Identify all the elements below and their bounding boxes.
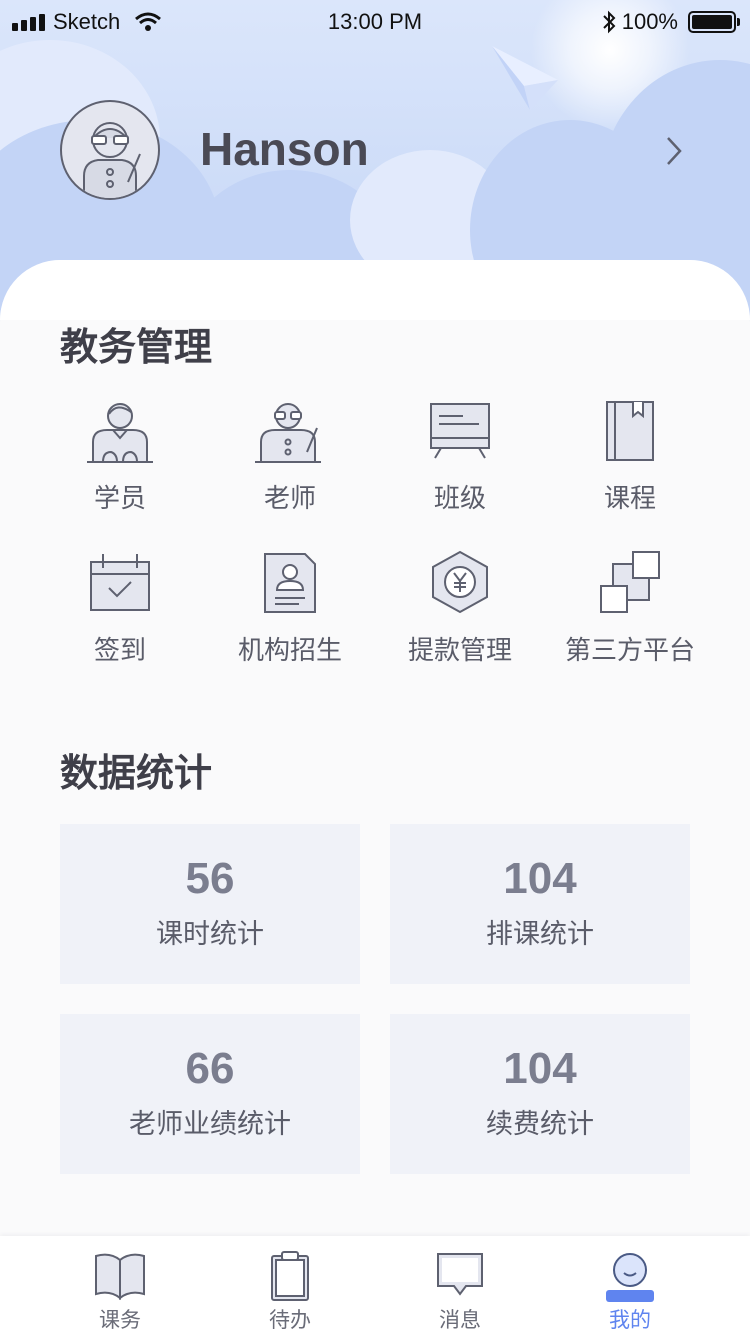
stat-label: 老师业绩统计 — [129, 1109, 291, 1139]
yuan-hexagon-icon — [432, 550, 488, 614]
stat-label: 课时统计 — [156, 919, 264, 949]
stat-value: 104 — [503, 854, 577, 903]
calendar-check-icon — [90, 554, 150, 611]
classroom-board-icon — [430, 403, 490, 459]
grid-item-label: 第三方平台 — [564, 635, 695, 665]
tab-label: 消息 — [439, 1309, 481, 1332]
grid-item-third-party[interactable]: 第三方平台 — [545, 550, 715, 680]
grid-item-course[interactable]: 课程 — [545, 398, 715, 528]
stat-card-teacher-performance[interactable]: 66 老师业绩统计 — [60, 1014, 360, 1174]
battery-percent: 100% — [621, 9, 678, 34]
profile-icon — [606, 1253, 654, 1302]
tab-mine[interactable]: 我的 — [545, 1236, 715, 1334]
tab-courses[interactable]: 课务 — [35, 1236, 205, 1334]
chat-bubble-icon — [437, 1253, 483, 1296]
grid-item-class[interactable]: 班级 — [375, 398, 545, 528]
chevron-right-icon[interactable] — [660, 134, 688, 168]
grid-item-teacher[interactable]: 老师 — [205, 398, 375, 528]
tab-messages[interactable]: 消息 — [375, 1236, 545, 1334]
enrollment-document-icon — [264, 553, 316, 613]
stat-card-scheduling[interactable]: 104 排课统计 — [390, 824, 690, 984]
avatar[interactable] — [60, 100, 160, 200]
tab-label: 待办 — [269, 1309, 311, 1332]
battery-icon — [688, 11, 740, 33]
grid-item-checkin[interactable]: 签到 — [35, 550, 205, 680]
card-top — [0, 260, 750, 320]
stat-value: 104 — [503, 1044, 577, 1093]
bluetooth-icon — [603, 10, 616, 34]
clipboard-icon — [271, 1251, 309, 1301]
tab-label: 课务 — [99, 1309, 141, 1332]
stat-value: 56 — [185, 854, 235, 903]
tab-label: 我的 — [609, 1309, 651, 1332]
tab-bar: 课务 待办 消息 我的 — [0, 1236, 750, 1334]
section-title-stats: 数据统计 — [60, 753, 213, 795]
grid-item-label: 签到 — [93, 635, 146, 665]
paper-plane-icon — [492, 46, 558, 110]
teacher-icon — [255, 403, 321, 463]
open-book-icon — [95, 1253, 145, 1301]
profile-name[interactable]: Hanson — [200, 122, 369, 176]
grid-item-label: 学员 — [93, 483, 146, 513]
main-content: 教务管理 学员 老师 班级 课程 签到 机构招生 提款管理 第三方平台 数据统计… — [0, 260, 750, 1236]
stat-card-class-hours[interactable]: 56 课时统计 — [60, 824, 360, 984]
teacher-avatar-icon — [83, 122, 141, 198]
stat-value: 66 — [185, 1044, 235, 1093]
status-bar: Sketch 13:00 PM 100% — [0, 0, 750, 44]
stat-label: 续费统计 — [486, 1109, 594, 1139]
course-book-icon — [606, 401, 654, 461]
stat-label: 排课统计 — [486, 919, 594, 949]
third-party-squares-icon — [600, 551, 660, 613]
student-icon — [87, 403, 153, 463]
grid-item-enrollment[interactable]: 机构招生 — [205, 550, 375, 680]
grid-item-label: 老师 — [263, 483, 316, 513]
tab-todo[interactable]: 待办 — [205, 1236, 375, 1334]
stat-card-renewal[interactable]: 104 续费统计 — [390, 1014, 690, 1174]
grid-item-label: 机构招生 — [237, 635, 342, 665]
section-title-academic: 教务管理 — [60, 327, 213, 369]
grid-item-label: 班级 — [433, 483, 486, 513]
grid-item-withdrawal[interactable]: 提款管理 — [375, 550, 545, 680]
grid-item-label: 提款管理 — [407, 635, 512, 665]
grid-item-student[interactable]: 学员 — [35, 398, 205, 528]
grid-item-label: 课程 — [603, 483, 656, 513]
